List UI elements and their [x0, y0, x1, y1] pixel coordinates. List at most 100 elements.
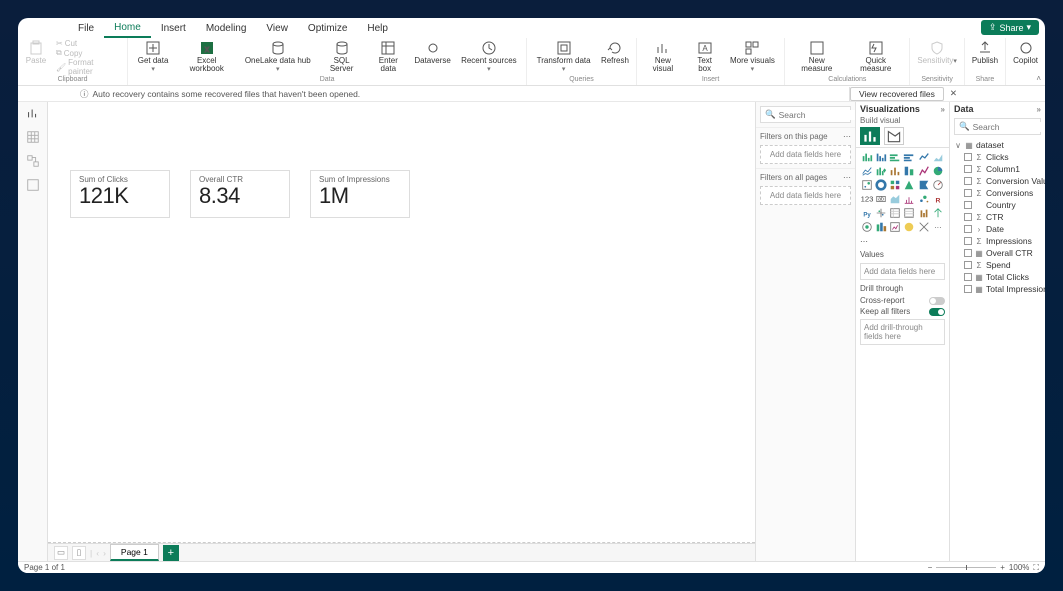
paste-button[interactable]: Paste	[22, 39, 50, 76]
viz-type-25[interactable]	[874, 206, 887, 219]
dax-view-icon[interactable]	[26, 178, 40, 192]
format-painter-button[interactable]: 🖌 Format painter	[56, 58, 119, 76]
filter-search[interactable]: 🔍	[760, 106, 851, 123]
viz-type-7[interactable]	[874, 164, 887, 177]
viz-type-19[interactable]: ab	[874, 192, 887, 205]
mobile-layout-icon[interactable]: ▯	[72, 546, 86, 560]
drill-drop[interactable]: Add drill-through fields here	[860, 319, 945, 345]
field-country[interactable]: Country	[964, 199, 1041, 211]
viz-type-10[interactable]	[917, 164, 930, 177]
share-button[interactable]: ⇪ Share ▾	[981, 20, 1039, 35]
quick-measure-button[interactable]: Quick measure	[846, 39, 905, 76]
viz-type-34[interactable]	[917, 220, 930, 233]
field-date[interactable]: ›Date	[964, 223, 1041, 235]
field-conversions[interactable]: ΣConversions	[964, 187, 1041, 199]
add-page-button[interactable]: +	[163, 545, 179, 561]
collapse-icon[interactable]: »	[1037, 105, 1041, 114]
model-view-icon[interactable]	[26, 154, 40, 168]
viz-type-15[interactable]	[903, 178, 916, 191]
field-total-clicks[interactable]: ▦Total Clicks	[964, 271, 1041, 283]
tab-file[interactable]: File	[68, 18, 104, 38]
collapse-ribbon-icon[interactable]: ˄	[1036, 74, 1041, 83]
enter-data-button[interactable]: Enter data	[367, 39, 409, 76]
zoom-slider[interactable]	[936, 567, 996, 568]
field-ctr[interactable]: ΣCTR	[964, 211, 1041, 223]
checkbox[interactable]	[964, 273, 972, 281]
onelake-button[interactable]: OneLake data hub ▾	[239, 39, 316, 76]
tab-optimize[interactable]: Optimize	[298, 18, 357, 38]
tab-home[interactable]: Home	[104, 18, 151, 38]
card-ctr[interactable]: Overall CTR 8.34	[190, 170, 290, 218]
viz-type-12[interactable]	[860, 178, 873, 191]
field-conversion-value[interactable]: ΣConversion Value	[964, 175, 1041, 187]
viz-type-13[interactable]	[874, 178, 887, 191]
data-search-input[interactable]	[973, 122, 1045, 132]
more-visuals-button[interactable]: More visuals ▾	[724, 39, 780, 76]
viz-type-14[interactable]	[889, 178, 902, 191]
next-page-icon[interactable]: ›	[103, 548, 106, 558]
new-measure-button[interactable]: New measure	[789, 39, 844, 76]
fit-icon[interactable]: ⛶	[1033, 563, 1039, 573]
field-column1[interactable]: ΣColumn1	[964, 163, 1041, 175]
cross-report-toggle[interactable]	[929, 297, 945, 305]
field-overall-ctr[interactable]: ▦Overall CTR	[964, 247, 1041, 259]
new-visual-button[interactable]: New visual	[641, 39, 685, 76]
get-data-button[interactable]: Get data ▾	[132, 39, 174, 76]
sql-button[interactable]: SQL Server	[318, 39, 365, 76]
viz-type-5[interactable]	[932, 150, 945, 163]
viz-type-11[interactable]	[932, 164, 945, 177]
checkbox[interactable]	[964, 237, 972, 245]
more-icon[interactable]: ⋯	[843, 173, 851, 182]
tab-help[interactable]: Help	[357, 18, 398, 38]
excel-button[interactable]: xExcel workbook	[176, 39, 237, 76]
tab-view[interactable]: View	[256, 18, 298, 38]
report-view-icon[interactable]	[26, 106, 40, 120]
format-visual-icon[interactable]	[884, 127, 904, 145]
checkbox[interactable]	[964, 177, 972, 185]
viz-type-8[interactable]	[889, 164, 902, 177]
card-impressions[interactable]: Sum of Impressions 1M	[310, 170, 410, 218]
copy-button[interactable]: ⧉ Copy	[56, 48, 119, 58]
sensitivity-button[interactable]: Sensitivity▾	[914, 39, 960, 76]
viz-type-9[interactable]	[903, 164, 916, 177]
checkbox[interactable]	[964, 261, 972, 269]
viz-type-4[interactable]	[917, 150, 930, 163]
checkbox[interactable]	[964, 249, 972, 257]
view-recovered-button[interactable]: View recovered files	[850, 87, 944, 101]
viz-type-29[interactable]	[932, 206, 945, 219]
card-clicks[interactable]: Sum of Clicks 121K	[70, 170, 170, 218]
viz-type-3[interactable]	[903, 150, 916, 163]
refresh-button[interactable]: Refresh	[598, 39, 632, 76]
viz-type-24[interactable]: Py	[860, 206, 873, 219]
viz-type-6[interactable]	[860, 164, 873, 177]
build-visual-icon[interactable]	[860, 127, 880, 145]
viz-type-28[interactable]	[917, 206, 930, 219]
viz-type-26[interactable]	[889, 206, 902, 219]
copilot-button[interactable]: Copilot	[1010, 39, 1041, 76]
viz-type-20[interactable]	[889, 192, 902, 205]
checkbox[interactable]	[964, 165, 972, 173]
cut-button[interactable]: ✂ Cut	[56, 39, 119, 48]
values-drop[interactable]: Add data fields here	[860, 263, 945, 280]
zoom-in-icon[interactable]: +	[1000, 563, 1005, 572]
viz-type-31[interactable]	[874, 220, 887, 233]
viz-type-35[interactable]: ⋯	[932, 220, 945, 233]
field-spend[interactable]: ΣSpend	[964, 259, 1041, 271]
viz-type-0[interactable]	[860, 150, 873, 163]
viz-type-17[interactable]	[932, 178, 945, 191]
text-box-button[interactable]: AText box	[687, 39, 722, 76]
checkbox[interactable]	[964, 201, 972, 209]
field-impressions[interactable]: ΣImpressions	[964, 235, 1041, 247]
viz-type-21[interactable]	[903, 192, 916, 205]
page-tab-1[interactable]: Page 1	[110, 544, 159, 561]
recent-sources-button[interactable]: Recent sources ▾	[456, 39, 523, 76]
zoom-out-icon[interactable]: −	[928, 563, 933, 572]
checkbox[interactable]	[964, 189, 972, 197]
desktop-layout-icon[interactable]: ▭	[54, 546, 68, 560]
viz-type-22[interactable]	[917, 192, 930, 205]
dataverse-button[interactable]: Dataverse	[412, 39, 454, 76]
collapse-icon[interactable]: »	[941, 105, 945, 114]
viz-type-27[interactable]	[903, 206, 916, 219]
checkbox[interactable]	[964, 213, 972, 221]
viz-type-2[interactable]	[889, 150, 902, 163]
